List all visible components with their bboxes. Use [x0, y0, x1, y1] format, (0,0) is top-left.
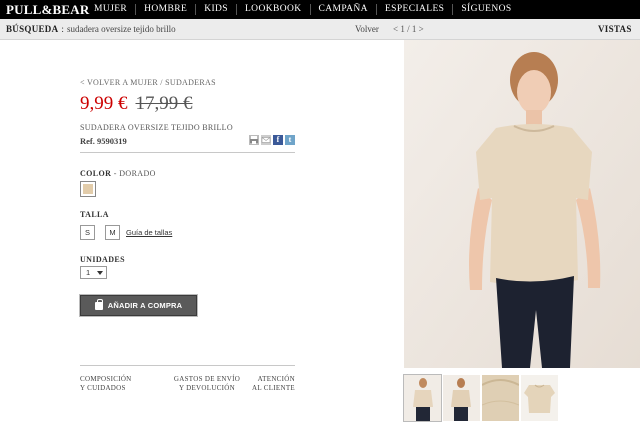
nav-item-campana[interactable]: CAMPAÑA [309, 4, 376, 15]
product-main-image[interactable] [404, 40, 640, 368]
bag-icon [94, 298, 103, 310]
units-label: UNIDADES [80, 255, 125, 264]
product-panel: < VOLVER A MUJER / SUDADERAS 9,99 € 17,9… [79, 78, 295, 392]
support-line-2: AL CLIENTE [252, 384, 295, 392]
thumbnail-fabric-detail[interactable] [482, 375, 519, 421]
color-value: - DORADO [113, 169, 156, 178]
mail-icon[interactable] [261, 135, 271, 145]
chevron-down-icon [97, 271, 103, 275]
size-option-m[interactable]: M [105, 225, 120, 240]
quantity-select[interactable]: 1 [80, 266, 107, 279]
nav-item-kids[interactable]: KIDS [195, 4, 236, 15]
price-block: 9,99 € 17,99 € [80, 93, 295, 115]
breadcrumb-back-link[interactable]: < VOLVER A MUJER / SUDADERAS [80, 78, 295, 87]
add-to-cart-button[interactable]: AÑADIR A COMPRA [79, 294, 198, 317]
search-bar: BÚSQUEDA : sudadera oversize tejido bril… [0, 19, 640, 40]
nav-item-especiales[interactable]: ESPECIALES [375, 4, 452, 15]
thumbnail-strip [403, 374, 560, 422]
search-separator: : [61, 24, 64, 34]
search-label: BÚSQUEDA [6, 24, 59, 34]
twitter-icon[interactable]: t [285, 135, 295, 145]
divider [80, 152, 295, 153]
nav-item-siguenos[interactable]: SÍGUENOS [452, 4, 519, 15]
share-icons: f t [249, 135, 295, 145]
original-price: 17,99 € [135, 93, 193, 114]
thumbnail-front[interactable] [403, 374, 442, 422]
back-button[interactable]: Volver [355, 24, 379, 34]
thumbnail-back[interactable] [443, 375, 480, 421]
composition-link[interactable]: COMPOSICIÓN Y CUIDADOS [80, 375, 132, 393]
top-nav: PULL&BEAR MUJER HOMBRE KIDS LOOKBOOK CAM… [0, 0, 640, 19]
nav-item-mujer[interactable]: MUJER [86, 4, 135, 15]
nav-item-hombre[interactable]: HOMBRE [135, 4, 195, 15]
color-label-text: COLOR [80, 169, 112, 178]
add-to-cart-label: AÑADIR A COMPRA [107, 301, 183, 310]
brand-logo[interactable]: PULL&BEAR [0, 2, 89, 18]
shipping-link[interactable]: GASTOS DE ENVÍO Y DEVOLUCIÓN [168, 375, 246, 393]
size-guide-link[interactable]: Guía de tallas [126, 228, 172, 237]
color-label: COLOR - DORADO [80, 169, 156, 178]
nav-item-lookbook[interactable]: LOOKBOOK [235, 4, 310, 15]
composition-line-2: Y CUIDADOS [80, 384, 126, 392]
divider [80, 365, 295, 366]
support-link[interactable]: ATENCIÓN AL CLIENTE [252, 375, 295, 393]
support-line-1: ATENCIÓN [257, 375, 295, 383]
size-label: TALLA [80, 210, 109, 219]
swatch-fill [83, 184, 93, 194]
print-icon[interactable] [249, 135, 259, 145]
result-pager[interactable]: < 1 / 1 > [393, 24, 424, 34]
quantity-value: 1 [86, 268, 91, 277]
views-button[interactable]: VISTAS [598, 24, 632, 34]
search-term: sudadera oversize tejido brillo [66, 24, 176, 34]
size-option-s[interactable]: S [80, 225, 95, 240]
shipping-line-1: GASTOS DE ENVÍO [173, 375, 241, 383]
sale-price: 9,99 € [80, 93, 128, 114]
color-swatch-dorado[interactable] [80, 181, 96, 197]
shipping-line-2: Y DEVOLUCIÓN [178, 384, 236, 392]
facebook-icon[interactable]: f [273, 135, 283, 145]
product-name: SUDADERA OVERSIZE TEJIDO BRILLO [80, 123, 233, 132]
thumbnail-flat-garment[interactable] [521, 375, 558, 421]
composition-line-1: COMPOSICIÓN [80, 375, 132, 383]
